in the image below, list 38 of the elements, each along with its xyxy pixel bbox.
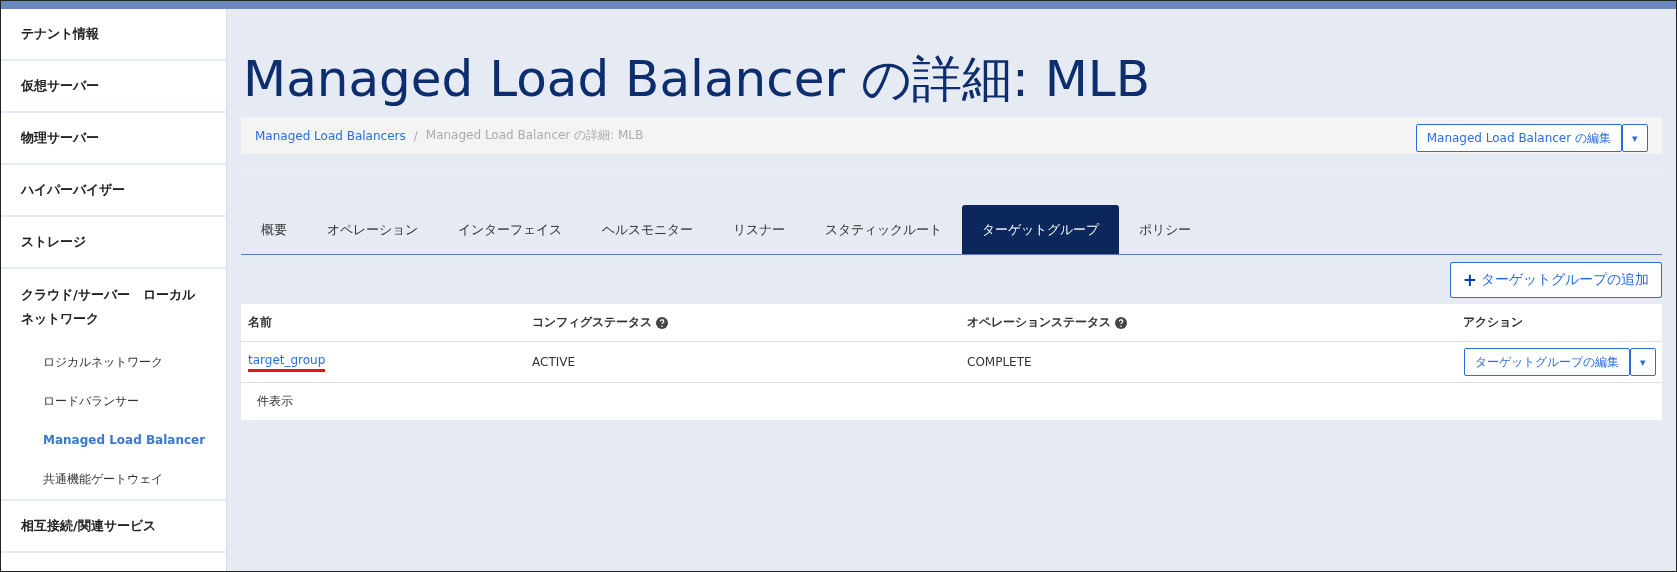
edit-button[interactable]: Managed Load Balancer の編集 [1415, 124, 1622, 152]
dropdown-button[interactable]: ▾ [1622, 124, 1648, 152]
page-title: Managed Load Balancer の詳細: MLB [243, 49, 1151, 109]
tab[interactable]: オペレーション [307, 205, 438, 254]
breadcrumb-link[interactable]: Managed Load Balancers [255, 128, 406, 143]
sidebar-item[interactable]: 相互接続/関連サービス [1, 501, 226, 553]
column-header: 名前 [248, 314, 272, 331]
tab[interactable]: ポリシー [1119, 205, 1211, 254]
table-cell: ACTIVE [532, 355, 576, 369]
sidebar-item[interactable]: 仮想サーバー [1, 61, 226, 113]
sidebar-item[interactable]: クラウド/サーバー ローカルネットワーク [1, 269, 226, 343]
help-icon [656, 316, 668, 329]
name-link[interactable]: target_group [248, 352, 326, 372]
tab[interactable]: スタティックルート [805, 205, 962, 254]
table-cell: COMPLETE [967, 355, 1032, 369]
add-button[interactable]: + ターゲットグループの追加 [1449, 262, 1662, 298]
sidebar-item[interactable]: ハイパーバイザー [1, 165, 226, 217]
sidebar-item[interactable]: 物理サーバー [1, 113, 226, 165]
breadcrumb-separator: / [413, 128, 418, 143]
dropdown-button[interactable]: ▾ [1630, 348, 1656, 376]
help-icon [1115, 316, 1127, 329]
tab[interactable]: リスナー [713, 205, 805, 254]
sidebar-subitem[interactable]: Managed Load Balancer [1, 421, 226, 460]
tab[interactable]: ヘルスモニター [582, 205, 713, 254]
breadcrumb-current: Managed Load Balancer の詳細: MLB [425, 127, 644, 144]
tab[interactable]: 概要 [241, 205, 307, 254]
sidebar-subitem[interactable]: ロードバランサー [1, 382, 226, 421]
sidebar-item[interactable]: ストレージ [1, 217, 226, 269]
tab[interactable]: インターフェイス [438, 205, 582, 254]
column-header: オペレーションステータス [967, 314, 1111, 331]
sidebar-item[interactable]: テナント情報 [1, 9, 226, 61]
sidebar-subitem[interactable]: 共通機能ゲートウェイ [1, 460, 226, 499]
column-header: アクション [1463, 314, 1523, 331]
edit-button[interactable]: ターゲットグループの編集 [1464, 348, 1630, 376]
item-count-text: 件表示 [257, 393, 293, 410]
column-header: コンフィグステータス [532, 314, 652, 331]
sidebar-subitem[interactable]: ロジカルネットワーク [1, 343, 226, 382]
tab[interactable]: ターゲットグループ [962, 205, 1119, 254]
